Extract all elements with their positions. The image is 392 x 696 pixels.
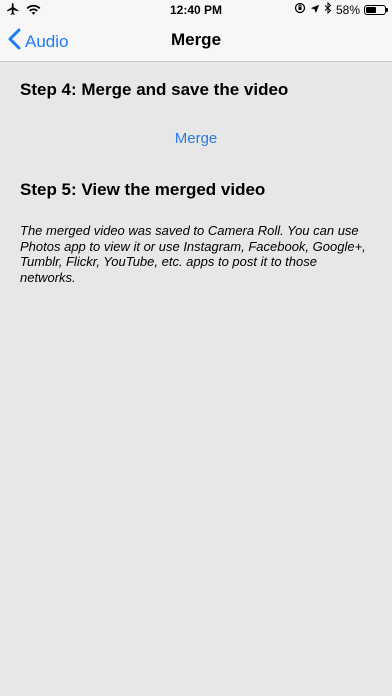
orientation-lock-icon: [294, 2, 306, 17]
back-button-label: Audio: [25, 31, 69, 51]
battery-percent: 58%: [335, 2, 360, 17]
merge-button[interactable]: Merge: [0, 130, 392, 147]
status-bar: 12:40 PM 58%: [0, 0, 392, 20]
step4-heading: Step 4: Merge and save the video: [20, 80, 289, 99]
back-button[interactable]: Audio: [8, 28, 68, 55]
battery-level-fill: [366, 6, 377, 13]
navigation-bar: Audio Merge: [0, 20, 392, 62]
step5-heading: Step 5: View the merged video: [20, 180, 266, 199]
battery-icon: [364, 4, 388, 15]
location-icon: [310, 3, 320, 17]
status-right-icons: 58%: [294, 1, 388, 17]
bluetooth-icon: [324, 1, 332, 17]
merged-video-description: The merged video was saved to Camera Rol…: [20, 223, 366, 285]
chevron-left-icon: [8, 28, 21, 55]
merge-screen: 12:40 PM 58% Audio Merge Step 4: Merge a…: [0, 0, 392, 696]
